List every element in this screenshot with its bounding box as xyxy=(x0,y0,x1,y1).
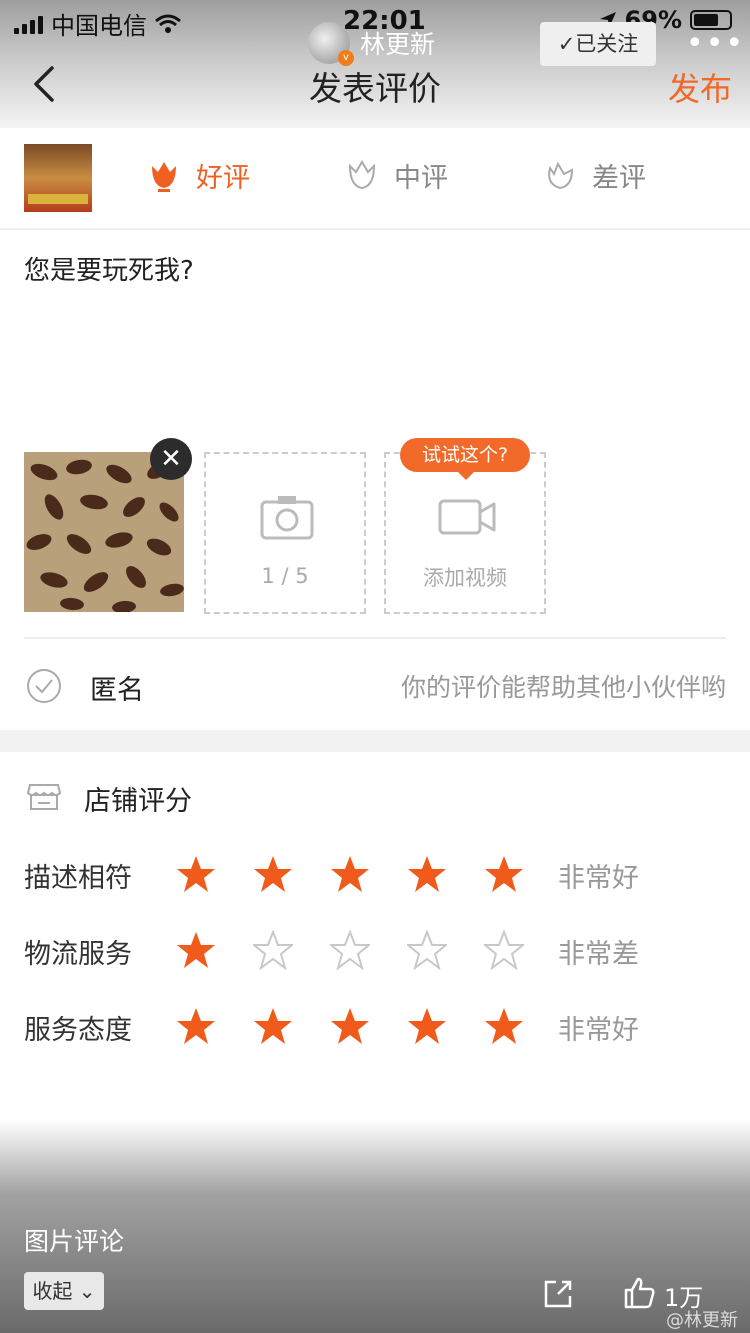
add-video-label: 添加视频 xyxy=(423,566,507,590)
video-camera-icon xyxy=(438,499,496,535)
review-textarea[interactable]: 您是要玩死我? xyxy=(24,250,194,287)
star-filled-icon[interactable] xyxy=(330,1006,370,1046)
wifi-icon xyxy=(155,14,181,33)
caption-title: 图片评论 xyxy=(24,1227,125,1256)
star-rating[interactable] xyxy=(176,854,524,894)
share-icon[interactable] xyxy=(542,1278,574,1310)
rating-row-description: 描述相符 非常好 xyxy=(0,850,750,900)
rating-row-logistics: 物流服务 非常差 xyxy=(0,926,750,976)
tab-neutral-review[interactable]: 中评 xyxy=(344,156,448,195)
star-rating[interactable] xyxy=(176,930,524,970)
rating-row-service: 服务态度 非常好 xyxy=(0,1002,750,1052)
author-name[interactable]: 林更新 xyxy=(360,25,435,61)
rating-text: 非常好 xyxy=(558,1015,639,1046)
rating-label: 描述相符 xyxy=(24,863,132,894)
star-empty-icon[interactable] xyxy=(407,930,447,970)
star-empty-icon[interactable] xyxy=(330,930,370,970)
star-filled-icon[interactable] xyxy=(484,854,524,894)
shop-icon xyxy=(26,784,62,810)
star-filled-icon[interactable] xyxy=(176,1006,216,1046)
star-filled-icon[interactable] xyxy=(484,1006,524,1046)
tab-label: 差评 xyxy=(592,163,646,194)
carrier-group: 中国电信 xyxy=(14,6,181,41)
section-separator xyxy=(0,730,750,752)
wilted-flower-icon xyxy=(548,161,574,189)
avatar[interactable]: v xyxy=(308,22,354,66)
star-filled-icon[interactable] xyxy=(176,854,216,894)
star-filled-icon[interactable] xyxy=(253,854,293,894)
star-filled-icon[interactable] xyxy=(253,1006,293,1046)
shop-rating-header: 店铺评分 xyxy=(0,775,750,819)
carrier-name: 中国电信 xyxy=(51,12,147,40)
follow-button[interactable]: ✓已关注 xyxy=(540,22,656,66)
tab-label: 好评 xyxy=(196,163,250,194)
check-icon: ✓ xyxy=(557,32,576,56)
tab-good-review[interactable]: 好评 xyxy=(146,156,250,195)
more-button[interactable]: ••• xyxy=(686,26,745,61)
rating-text: 非常差 xyxy=(558,939,639,970)
flower-outline-icon xyxy=(348,159,376,189)
photo-count: 1 / 5 xyxy=(261,564,309,588)
camera-icon xyxy=(260,496,314,540)
thumbs-up-icon[interactable] xyxy=(622,1276,656,1310)
page-title: 发表评价 xyxy=(309,69,441,108)
rating-label: 物流服务 xyxy=(24,939,132,970)
tab-label: 中评 xyxy=(394,163,448,194)
divider xyxy=(24,637,726,639)
publish-button[interactable]: 发布 xyxy=(668,64,732,110)
anonymous-hint: 你的评价能帮助其他小伙伴哟 xyxy=(400,673,726,702)
tab-bad-review[interactable]: 差评 xyxy=(542,156,646,195)
rating-text: 非常好 xyxy=(558,863,639,894)
product-thumbnail xyxy=(24,144,92,212)
star-filled-icon[interactable] xyxy=(407,854,447,894)
add-photo-button[interactable]: 1 / 5 xyxy=(204,452,366,614)
anonymous-row[interactable]: 匿名 你的评价能帮助其他小伙伴哟 xyxy=(0,640,750,730)
anonymous-checkbox-icon[interactable] xyxy=(26,668,62,704)
collapse-button[interactable]: 收起 ⌄ xyxy=(24,1272,104,1310)
flower-icon xyxy=(152,161,176,192)
anonymous-label: 匿名 xyxy=(90,675,144,706)
chevron-down-icon: ⌄ xyxy=(72,1279,96,1303)
remove-photo-button[interactable]: ✕ xyxy=(150,438,192,480)
follow-label: 已关注 xyxy=(575,32,639,56)
star-filled-icon[interactable] xyxy=(407,1006,447,1046)
star-filled-icon[interactable] xyxy=(330,854,370,894)
shop-rating-title: 店铺评分 xyxy=(84,786,192,817)
star-empty-icon[interactable] xyxy=(253,930,293,970)
watermark: @林更新 xyxy=(666,1310,738,1331)
tip-bubble[interactable]: 试试这个? xyxy=(400,438,530,480)
star-empty-icon[interactable] xyxy=(484,930,524,970)
signal-icon xyxy=(14,14,43,34)
star-rating[interactable] xyxy=(176,1006,524,1046)
author-info[interactable]: v 林更新 xyxy=(308,22,435,66)
rating-label: 服务态度 xyxy=(24,1015,132,1046)
star-filled-icon[interactable] xyxy=(176,930,216,970)
collapse-label: 收起 xyxy=(32,1279,73,1303)
